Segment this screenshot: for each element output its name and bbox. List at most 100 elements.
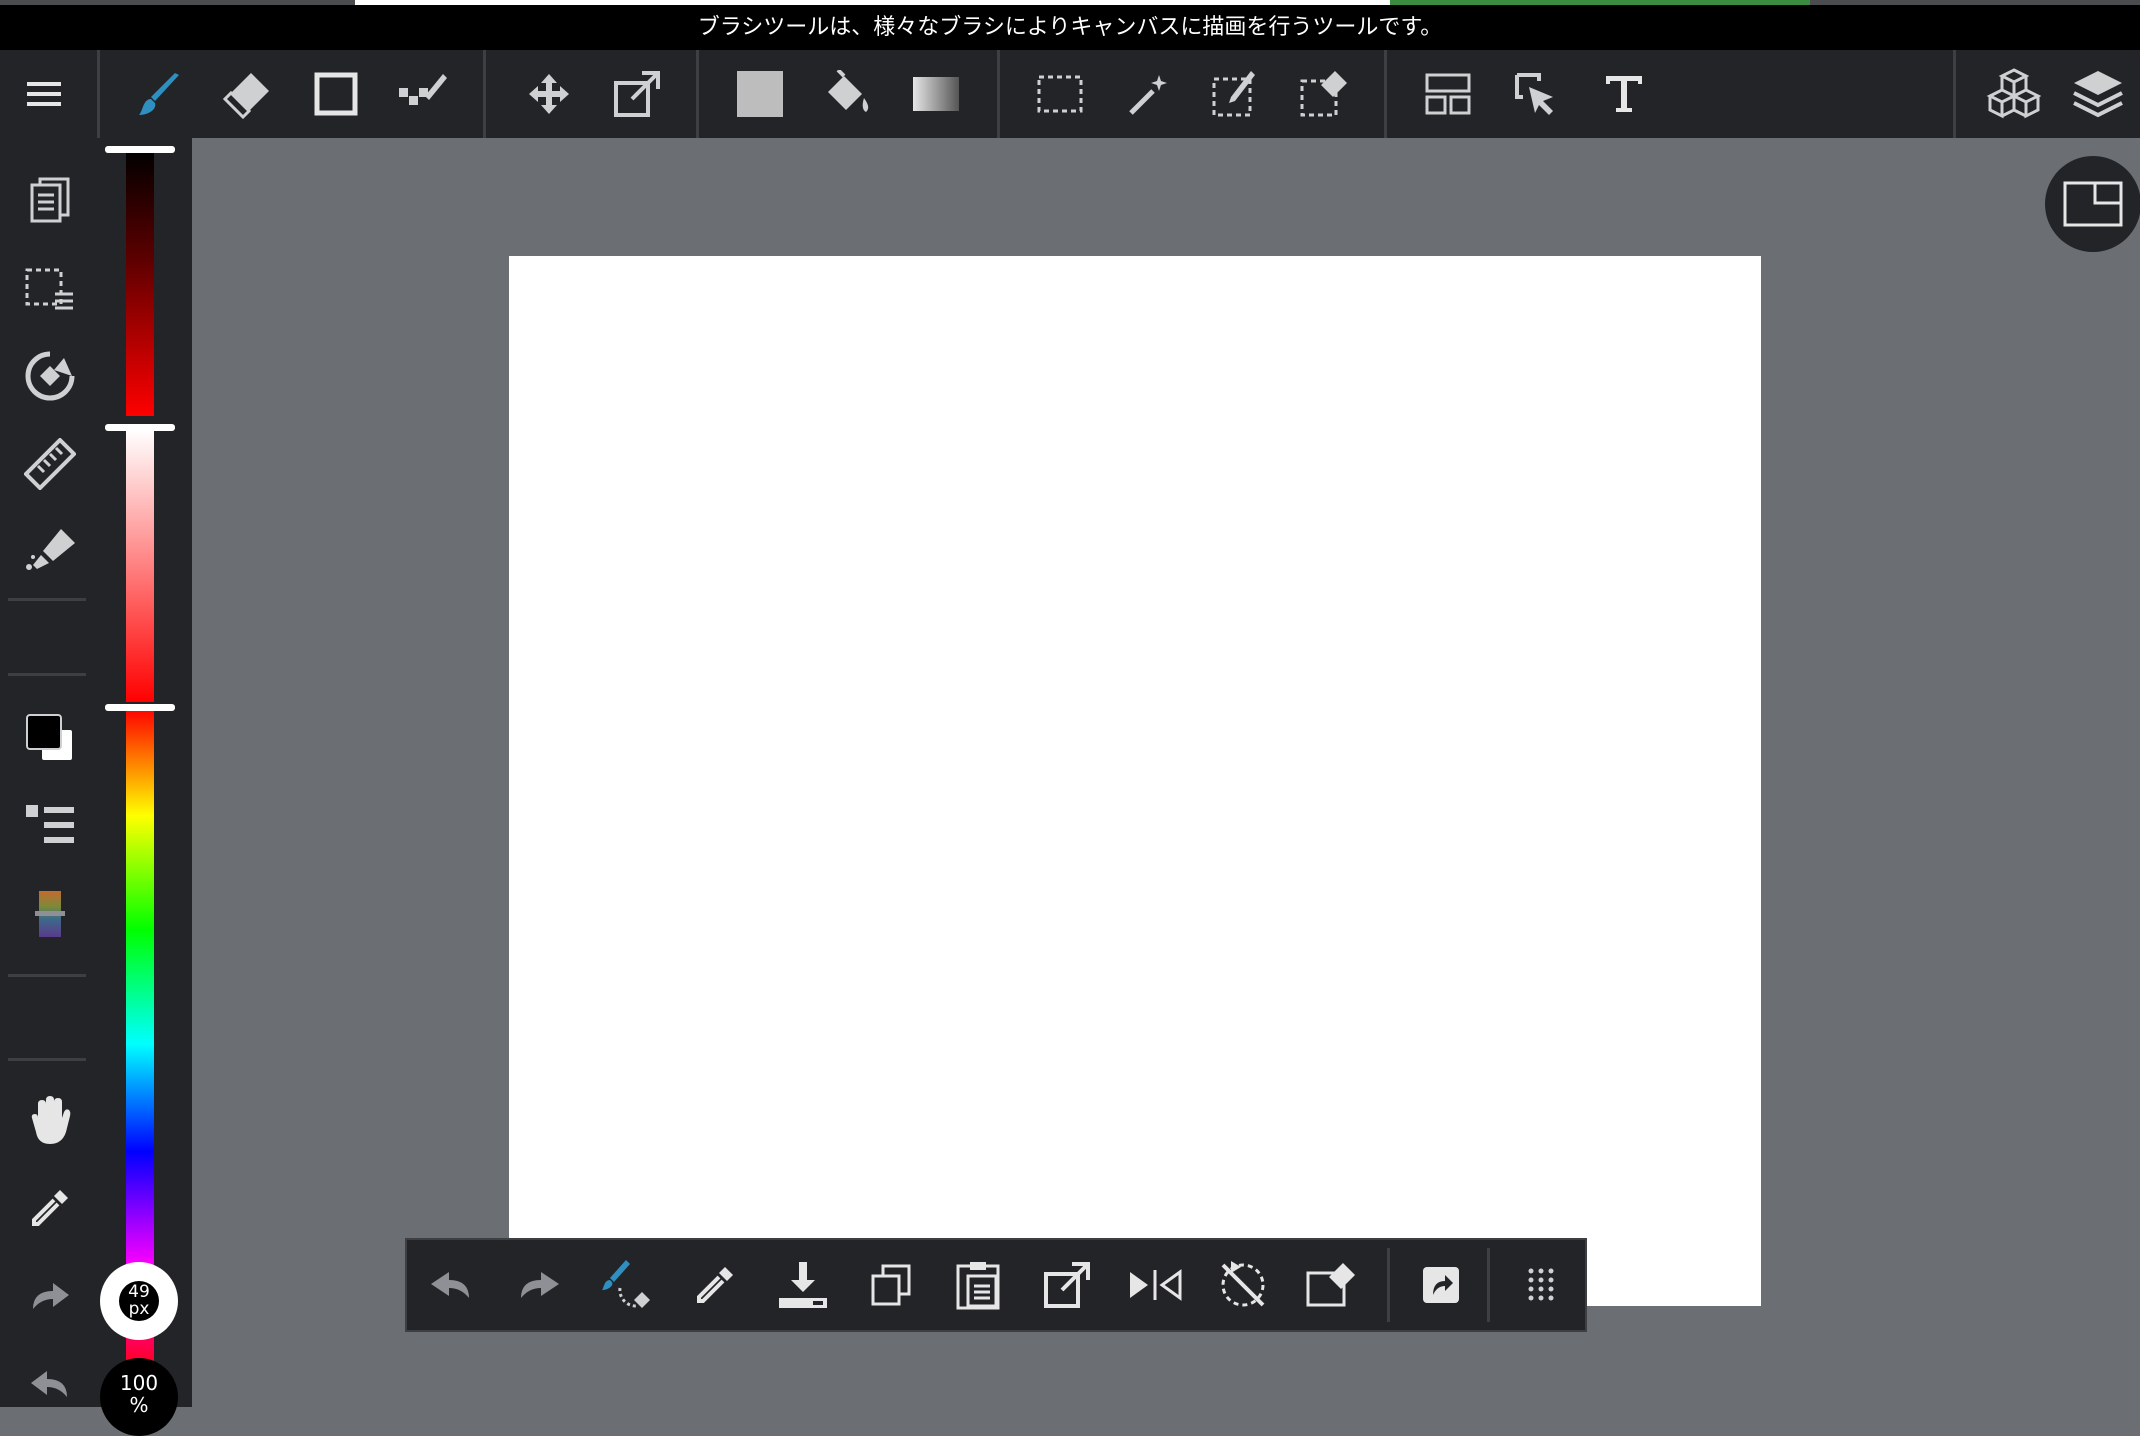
fill-color-tool-button[interactable] <box>716 50 804 138</box>
left-rail <box>0 138 100 1407</box>
zoom-unit: % <box>129 1393 149 1417</box>
redo-button[interactable] <box>0 1256 100 1336</box>
bucket-tool-button[interactable] <box>804 50 892 138</box>
pages-button[interactable] <box>0 160 100 240</box>
select-rect-tool-button[interactable] <box>1016 50 1104 138</box>
color-list-button[interactable] <box>0 786 100 866</box>
selection-clear-button[interactable] <box>1287 1240 1375 1330</box>
rail-separator <box>8 598 86 601</box>
toolbar-separator <box>483 50 486 138</box>
pages-icon <box>30 177 70 223</box>
save-icon <box>777 1260 829 1310</box>
undo-icon <box>429 1270 473 1300</box>
brightness-slider-handle[interactable] <box>105 146 175 153</box>
rail-separator <box>8 1058 86 1061</box>
brush-tool-button[interactable] <box>116 50 204 138</box>
layers-button[interactable] <box>2054 50 2140 138</box>
zoom-button[interactable]: 100 % <box>100 1358 178 1436</box>
rotate-button[interactable] <box>0 336 100 416</box>
save-button[interactable] <box>759 1240 847 1330</box>
brush-eraser-toggle-button[interactable] <box>583 1240 671 1330</box>
rotate-reset-icon <box>1217 1259 1269 1311</box>
rectangle-tool-button[interactable] <box>292 50 380 138</box>
brush-settings-button[interactable] <box>0 510 100 590</box>
frame-divide-icon <box>1425 73 1471 115</box>
move-icon <box>527 72 571 116</box>
more-grid-icon <box>1527 1267 1555 1303</box>
move-tool-button[interactable] <box>505 50 593 138</box>
frame-divide-tool-button[interactable] <box>1404 50 1492 138</box>
toolbar-separator <box>1953 50 1956 138</box>
eyedropper-button[interactable] <box>0 1168 100 1248</box>
color-slider-panel <box>100 138 192 1407</box>
brush-size-preview: 49 px <box>119 1281 159 1321</box>
undo-icon <box>29 1369 71 1399</box>
material-button[interactable] <box>1970 50 2058 138</box>
hand-tool-button[interactable] <box>0 1081 100 1161</box>
paint-bucket-icon <box>824 70 872 118</box>
brush-size-button[interactable]: 49 px <box>100 1262 178 1340</box>
copy-icon <box>871 1264 911 1306</box>
text-tool-button[interactable] <box>1580 50 1668 138</box>
undo-button[interactable] <box>0 1344 100 1424</box>
eyedropper-button[interactable] <box>671 1240 759 1330</box>
3d-material-icon <box>1986 68 2042 120</box>
transform-tool-button[interactable] <box>593 50 681 138</box>
selection-list-icon <box>25 268 75 312</box>
select-eraser-tool-button[interactable] <box>1280 50 1368 138</box>
layers-icon <box>2072 69 2124 119</box>
rail-separator <box>8 673 86 676</box>
main-toolbar <box>0 50 2140 138</box>
saturation-slider-handle[interactable] <box>105 424 175 431</box>
copy-button[interactable] <box>847 1240 935 1330</box>
select-rect-icon <box>1037 75 1083 113</box>
brightness-slider[interactable] <box>126 150 154 416</box>
text-icon <box>1604 74 1644 114</box>
quickbar-separator <box>1387 1248 1390 1322</box>
rail-separator <box>8 974 86 977</box>
quick-access-bar <box>405 1238 1587 1332</box>
fill-square-icon <box>737 71 783 117</box>
view-mode-button[interactable] <box>2045 156 2140 252</box>
transform-button[interactable] <box>1023 1240 1111 1330</box>
paste-button[interactable] <box>935 1240 1023 1330</box>
eraser-tool-button[interactable] <box>204 50 292 138</box>
redo-icon <box>29 1281 71 1311</box>
color-palette-button[interactable] <box>0 874 100 954</box>
paste-icon <box>956 1260 1002 1310</box>
more-menu-button[interactable] <box>1497 1240 1585 1330</box>
eyedropper-icon <box>695 1265 735 1305</box>
menu-button[interactable] <box>0 50 88 138</box>
hamburger-menu-icon <box>27 80 61 108</box>
flip-icon <box>1128 1268 1182 1302</box>
share-button[interactable] <box>1397 1240 1485 1330</box>
redo-icon <box>517 1270 561 1300</box>
redo-button[interactable] <box>495 1240 583 1330</box>
selection-list-button[interactable] <box>0 250 100 330</box>
transform-icon <box>1042 1260 1092 1310</box>
drawing-canvas[interactable] <box>509 256 1761 1306</box>
flip-button[interactable] <box>1111 1240 1199 1330</box>
brush-icon <box>135 69 185 119</box>
saturation-slider[interactable] <box>126 430 154 702</box>
tool-tip-text: ブラシツールは、様々なブラシによりキャンバスに描画を行うツールです。 <box>697 15 1443 40</box>
select-pen-tool-button[interactable] <box>1192 50 1280 138</box>
selection-clear-icon <box>1305 1261 1357 1309</box>
ruler-button[interactable] <box>0 424 100 504</box>
zoom-value: 100 <box>119 1371 159 1395</box>
operation-cursor-icon <box>1513 71 1559 117</box>
hue-slider-handle[interactable] <box>105 704 175 711</box>
dot-pen-tool-button[interactable] <box>380 50 468 138</box>
gradient-icon <box>913 77 959 111</box>
ruler-icon <box>24 438 76 490</box>
color-swatch-button[interactable] <box>0 698 100 778</box>
magic-wand-tool-button[interactable] <box>1104 50 1192 138</box>
tool-tip-bar: ブラシツールは、様々なブラシによりキャンバスに描画を行うツールです。 <box>0 5 2140 50</box>
rotate-reset-button[interactable] <box>1199 1240 1287 1330</box>
color-list-icon <box>24 803 76 849</box>
operation-tool-button[interactable] <box>1492 50 1580 138</box>
eyedropper-icon <box>30 1188 70 1228</box>
gradient-tool-button[interactable] <box>892 50 980 138</box>
undo-button[interactable] <box>407 1240 495 1330</box>
transform-icon <box>612 69 662 119</box>
